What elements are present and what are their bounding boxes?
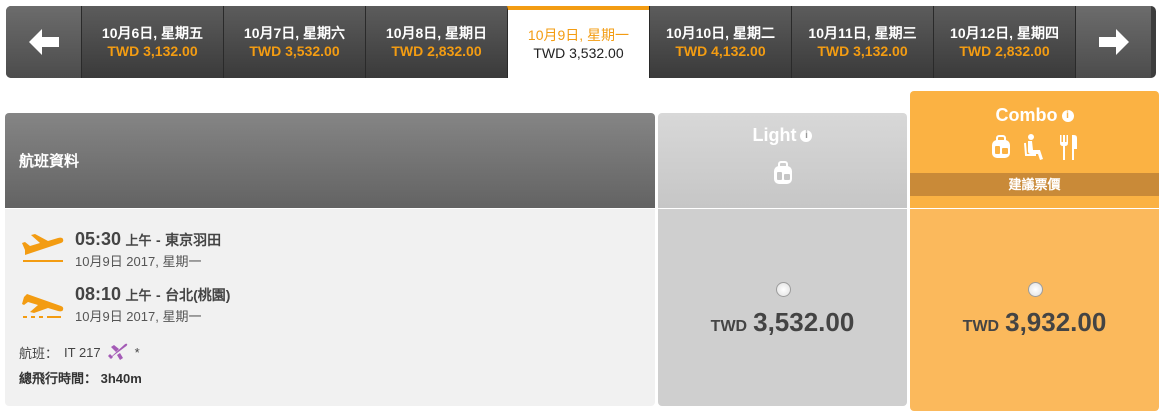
- light-fare-price: TWD 3,532.00: [658, 307, 907, 338]
- date-tab-oct-11[interactable]: 10月11日, 星期三 TWD 3,132.00: [791, 6, 933, 78]
- light-fare-radio[interactable]: [776, 282, 791, 297]
- info-icon[interactable]: i: [1061, 110, 1074, 123]
- light-fare-option[interactable]: TWD 3,532.00: [658, 209, 907, 406]
- combo-fare-option[interactable]: TWD 3,932.00: [910, 209, 1159, 411]
- combo-fare-amount: 3,932.00: [1005, 307, 1107, 337]
- departure-city: 東京羽田: [165, 232, 222, 248]
- landing-plane-icon: [22, 294, 64, 318]
- combo-fare-title: Combo i: [910, 105, 1159, 126]
- arrow-right-icon: [1098, 29, 1129, 55]
- light-fare-currency: TWD: [710, 318, 748, 335]
- date-tab-date: 10月9日, 星期一: [527, 27, 630, 43]
- flight-info-title: 航班資料: [19, 153, 80, 170]
- total-duration-row: 總飛行時間： 3h40m: [19, 368, 142, 387]
- recommended-fare-badge: 建議票價: [910, 173, 1159, 196]
- flight-info-panel: 05:30 上午 - 東京羽田 10月9日 2017, 星期一 08:10 上午…: [5, 209, 655, 406]
- arrival-time-line: 08:10 上午 - 台北(桃園): [75, 284, 231, 304]
- date-tab-oct-6[interactable]: 10月6日, 星期五 TWD 3,132.00: [81, 6, 223, 78]
- arrival-date: 10月9日 2017, 星期一: [75, 309, 202, 324]
- departure-time-line: 05:30 上午 - 東京羽田: [75, 229, 222, 249]
- date-tab-oct-12[interactable]: 10月12日, 星期四 TWD 2,832.00: [933, 6, 1075, 78]
- tigerair-plane-icon: [107, 343, 127, 360]
- flight-number: IT 217: [64, 344, 101, 360]
- date-tab-oct-7[interactable]: 10月7日, 星期六 TWD 3,532.00: [223, 6, 365, 78]
- departure-date: 10月9日 2017, 星期一: [75, 254, 202, 269]
- baggage-icon: [991, 135, 1010, 158]
- light-fare-header: Light i: [658, 113, 907, 208]
- arrival-time: 08:10: [75, 284, 122, 304]
- duration-value: 3h40m: [100, 371, 142, 386]
- flight-number-label: 航班：: [19, 345, 59, 361]
- date-tab-price: TWD 3,532.00: [249, 43, 340, 59]
- prev-dates-button[interactable]: [6, 6, 81, 78]
- date-tab-date: 10月8日, 星期日: [385, 25, 488, 41]
- date-tab-price: TWD 4,132.00: [675, 43, 766, 59]
- next-dates-button[interactable]: [1075, 6, 1151, 78]
- date-tab-oct-9-selected[interactable]: 10月9日, 星期一 TWD 3,532.00: [507, 6, 649, 78]
- info-icon[interactable]: i: [800, 130, 813, 143]
- combo-fare-radio[interactable]: [1028, 282, 1043, 297]
- flight-number-row: 航班： IT 217 *: [19, 342, 140, 362]
- date-tab-date: 10月11日, 星期三: [808, 25, 917, 41]
- flight-note: *: [134, 344, 140, 360]
- arrival-city: 台北(桃園): [165, 287, 231, 303]
- date-tab-date: 10月7日, 星期六: [243, 25, 346, 41]
- date-selector-bar: 10月6日, 星期五 TWD 3,132.00 10月7日, 星期六 TWD 3…: [6, 6, 1156, 78]
- combo-fare-price: TWD 3,932.00: [910, 307, 1159, 338]
- light-fare-name: Light: [752, 125, 797, 145]
- duration-label: 總飛行時間：: [19, 371, 98, 386]
- flight-info-header: 航班資料: [5, 113, 655, 208]
- takeoff-plane-icon: [22, 234, 64, 262]
- departure-ampm: 上午: [125, 233, 152, 248]
- arrow-left-icon: [28, 29, 59, 55]
- meal-icon: [1059, 135, 1077, 160]
- seat-icon: [1023, 134, 1043, 160]
- date-tab-oct-8[interactable]: 10月8日, 星期日 TWD 2,832.00: [365, 6, 507, 78]
- date-tab-date: 10月10日, 星期二: [666, 25, 775, 41]
- date-tab-price: TWD 3,132.00: [817, 43, 908, 59]
- date-tab-date: 10月12日, 星期四: [950, 25, 1059, 41]
- light-fare-title: Light i: [658, 125, 907, 146]
- departure-time: 05:30: [75, 229, 122, 249]
- carry-on-bag-icon: [773, 161, 792, 184]
- arrival-ampm: 上午: [125, 288, 152, 303]
- date-tab-price: TWD 2,832.00: [391, 43, 482, 59]
- combo-fare-currency: TWD: [962, 318, 1000, 335]
- date-tab-price: TWD 2,832.00: [959, 43, 1050, 59]
- light-fare-icons: [658, 159, 907, 187]
- date-tab-price: TWD 3,532.00: [533, 45, 624, 61]
- date-tab-oct-10[interactable]: 10月10日, 星期二 TWD 4,132.00: [649, 6, 791, 78]
- date-tab-price: TWD 3,132.00: [107, 43, 198, 59]
- light-fare-amount: 3,532.00: [753, 307, 855, 337]
- combo-fare-icons: [910, 133, 1159, 161]
- combo-fare-name: Combo: [995, 105, 1058, 125]
- date-tab-date: 10月6日, 星期五: [101, 25, 204, 41]
- combo-fare-header: Combo i 建議票價: [910, 91, 1159, 208]
